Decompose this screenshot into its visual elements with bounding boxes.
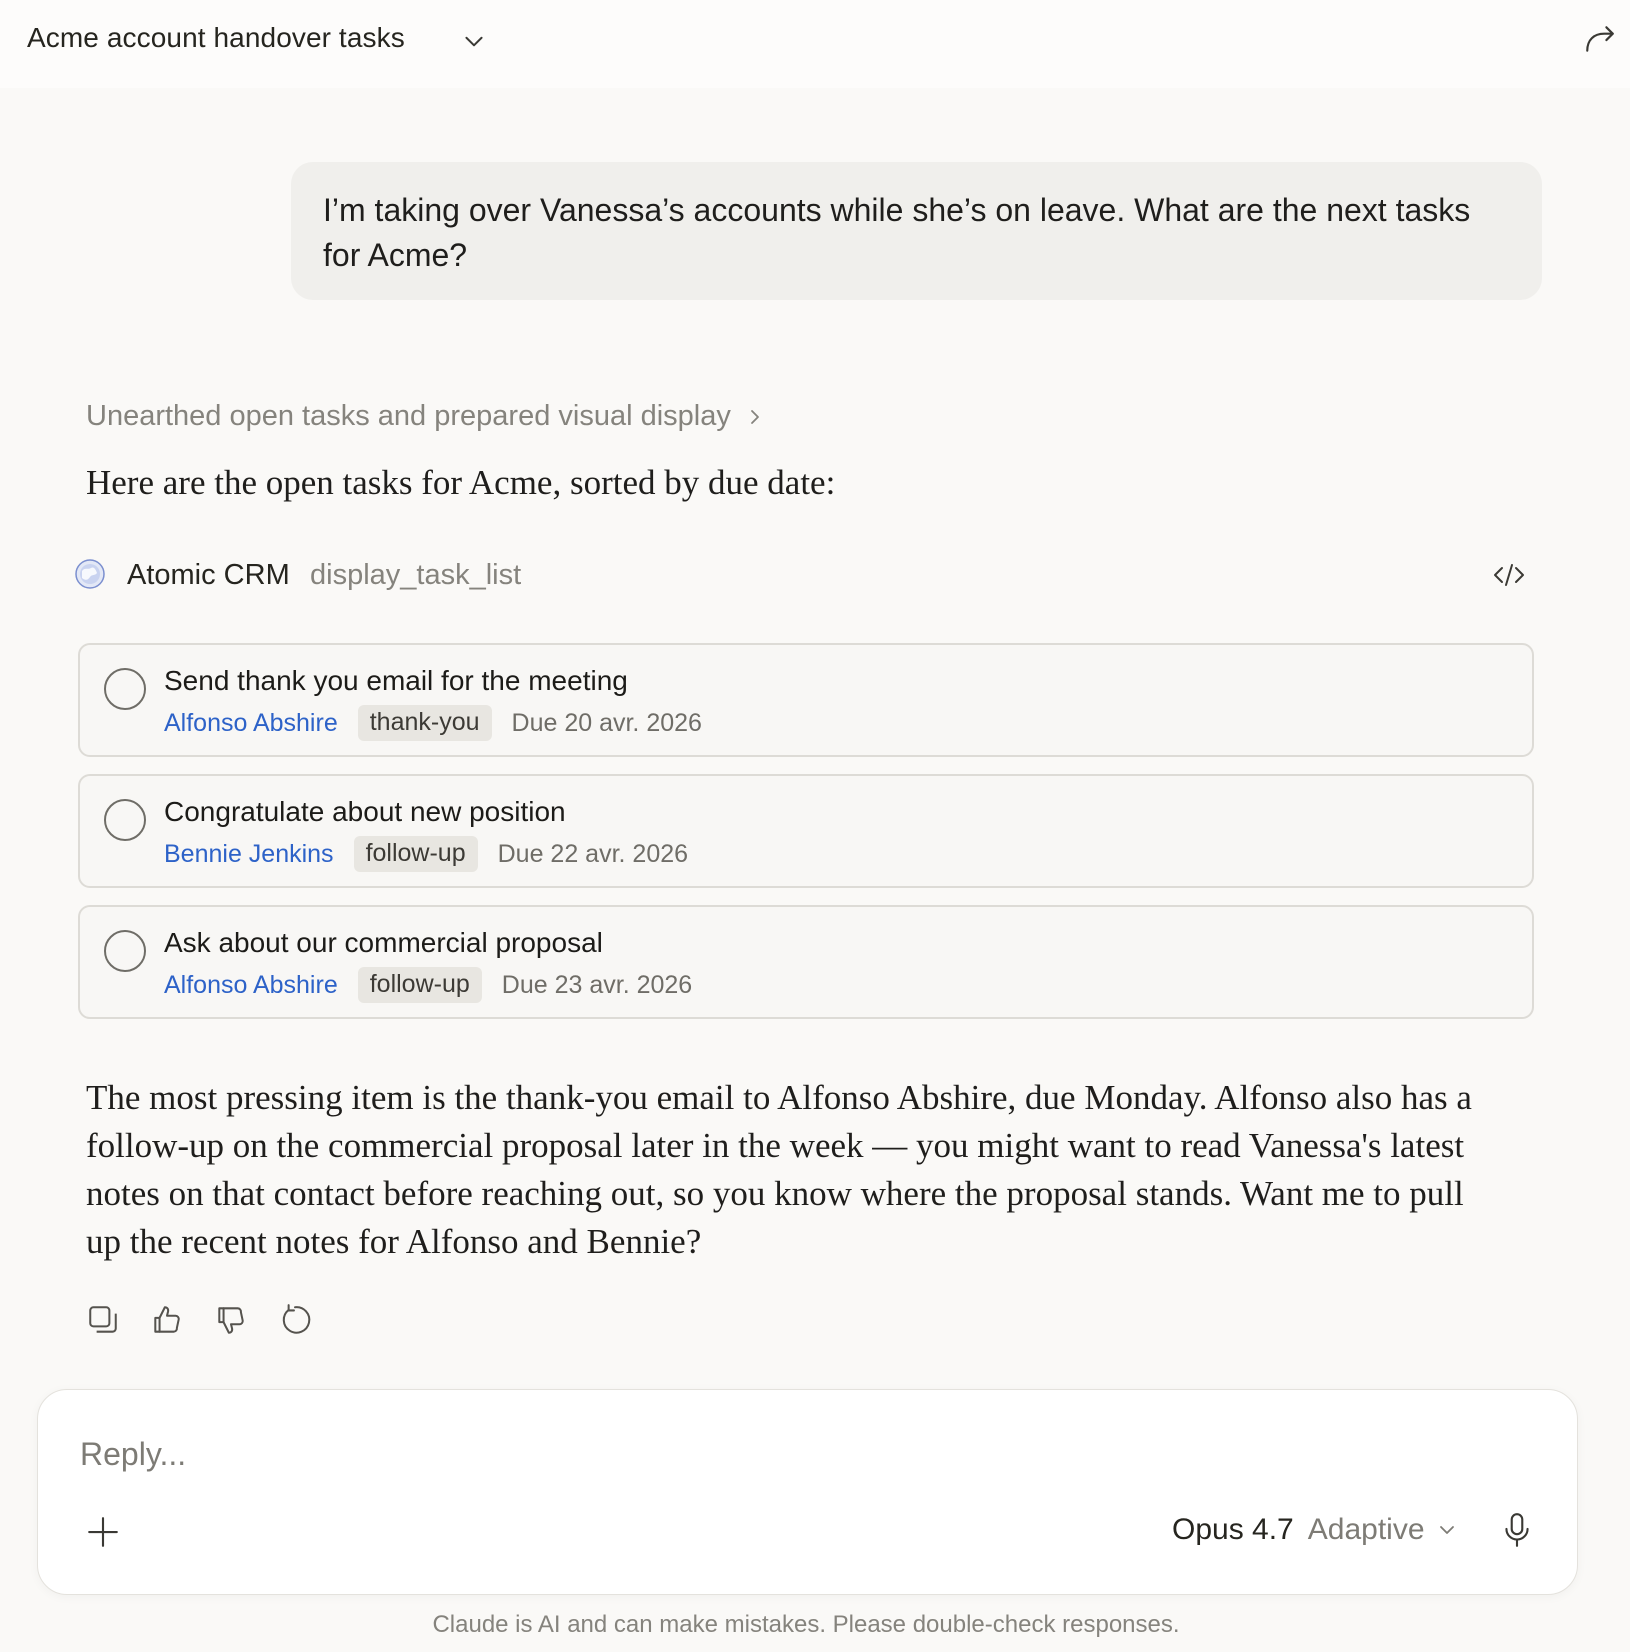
- message-actions: [86, 1303, 312, 1337]
- model-name: Opus 4.7: [1172, 1513, 1294, 1546]
- thumbs-down-icon[interactable]: [214, 1303, 248, 1337]
- task-contact-link[interactable]: Alfonso Abshire: [164, 971, 338, 1000]
- task-tag: thank-you: [357, 705, 492, 741]
- chevron-down-icon: [1439, 1526, 1454, 1534]
- thumbs-up-icon[interactable]: [150, 1303, 184, 1337]
- task-due-date: Due 23 avr. 2026: [501, 970, 693, 999]
- task-item: Ask about our commercial proposal Alfons…: [78, 905, 1534, 1019]
- ai-disclaimer: Claude is AI and can make mistakes. Plea…: [432, 1611, 1180, 1638]
- task-item: Congratulate about new position Bennie J…: [78, 774, 1534, 888]
- task-title: Send thank you email for the meeting: [164, 665, 628, 696]
- chevron-right-icon: [750, 409, 759, 424]
- chevron-down-icon[interactable]: [461, 28, 487, 54]
- reply-composer: Opus 4.7 Adaptive: [37, 1389, 1578, 1595]
- share-icon[interactable]: [1583, 22, 1617, 56]
- task-tag: follow-up: [353, 836, 478, 872]
- tool-call-header: Atomic CRM display_task_list: [74, 556, 1534, 596]
- thinking-summary-toggle[interactable]: Unearthed open tasks and prepared visual…: [86, 400, 765, 433]
- task-due-date: Due 20 avr. 2026: [511, 708, 702, 737]
- reply-input[interactable]: [80, 1432, 1180, 1476]
- model-mode: Adaptive: [1307, 1513, 1425, 1546]
- top-bar: Acme account handover tasks: [0, 0, 1630, 88]
- model-selector[interactable]: Opus 4.7 Adaptive: [1172, 1513, 1457, 1547]
- task-title: Ask about our commercial proposal: [164, 927, 603, 958]
- copy-icon[interactable]: [86, 1303, 120, 1337]
- task-meta: Alfonso Abshire thank-you Due 20 avr. 20…: [164, 705, 702, 741]
- tool-app-name: Atomic CRM: [127, 559, 290, 591]
- assistant-summary: The most pressing item is the thank-you …: [86, 1078, 1472, 1261]
- task-title: Congratulate about new position: [164, 796, 566, 827]
- task-checkbox[interactable]: [104, 668, 146, 710]
- task-contact-link[interactable]: Alfonso Abshire: [164, 709, 338, 738]
- task-checkbox[interactable]: [104, 930, 146, 972]
- tool-function-name: display_task_list: [310, 559, 522, 591]
- task-meta: Alfonso Abshire follow-up Due 23 avr. 20…: [164, 967, 692, 1003]
- thinking-summary-text: Unearthed open tasks and prepared visual…: [86, 400, 731, 432]
- user-message: I’m taking over Vanessa’s accounts while…: [291, 162, 1542, 300]
- microphone-icon[interactable]: [1500, 1511, 1534, 1549]
- chat-title[interactable]: Acme account handover tasks: [27, 22, 405, 54]
- task-item: Send thank you email for the meeting Alf…: [78, 643, 1534, 757]
- task-tag: follow-up: [357, 967, 482, 1003]
- retry-icon[interactable]: [278, 1303, 312, 1337]
- globe-icon: [75, 559, 105, 589]
- task-list: Send thank you email for the meeting Alf…: [78, 643, 1534, 1036]
- task-meta: Bennie Jenkins follow-up Due 22 avr. 202…: [164, 836, 688, 872]
- task-due-date: Due 22 avr. 2026: [497, 839, 689, 868]
- code-icon[interactable]: [1492, 560, 1526, 590]
- task-checkbox[interactable]: [104, 799, 146, 841]
- task-contact-link[interactable]: Bennie Jenkins: [164, 840, 334, 869]
- plus-icon[interactable]: [86, 1515, 120, 1549]
- assistant-intro: Here are the open tasks for Acme, sorted…: [86, 463, 836, 502]
